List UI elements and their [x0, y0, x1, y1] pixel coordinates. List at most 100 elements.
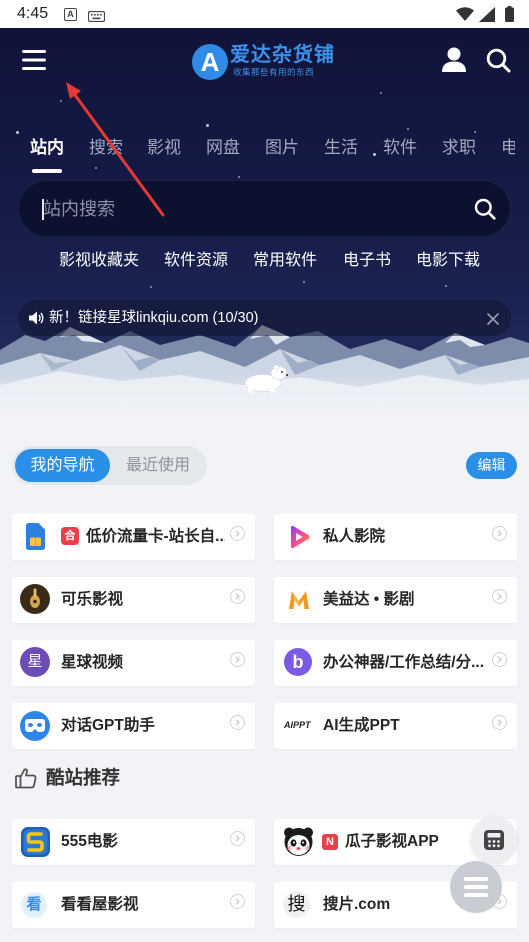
star-dot — [407, 128, 409, 130]
star-dot — [16, 131, 19, 134]
chevron-right-icon[interactable] — [230, 526, 245, 541]
card-title: 对话GPT助手 — [61, 717, 155, 734]
card-badge: N — [322, 834, 338, 850]
nav-card[interactable]: 对话GPT助手 — [12, 703, 255, 749]
status-bar: 4:45 A — [0, 0, 529, 28]
tab-qiuzhi[interactable]: 求职 — [442, 136, 476, 160]
play-icon — [287, 525, 311, 554]
star-dot — [303, 281, 305, 283]
quick-link[interactable]: 电子书 — [343, 250, 391, 272]
card-title: 美益达 • 影剧 — [323, 591, 415, 608]
card-badge: 合 — [61, 527, 79, 545]
chevron-right-icon[interactable] — [492, 715, 507, 730]
star-dot — [150, 286, 152, 288]
section-title-recommend: 酷站推荐 — [46, 767, 121, 788]
quick-link[interactable]: 软件资源 — [164, 250, 228, 272]
icon-glyph: 星 — [27, 653, 43, 670]
toggle-recent[interactable]: 最近使用 — [112, 449, 204, 482]
card-title: 星球视频 — [61, 654, 124, 671]
recommend-grid: 555电影 N 瓜子影视APP 看 看看屋影视 搜 搜片.com — [12, 819, 517, 928]
card-title: AI生成PPT — [323, 717, 400, 734]
floating-menu-button[interactable] — [450, 861, 502, 913]
status-time: 4:45 — [17, 5, 49, 22]
icon-glyph: 看 — [26, 896, 42, 913]
text-cursor — [42, 199, 44, 220]
panda-icon — [283, 826, 314, 862]
category-tabs: 站内 搜索 影视 网盘 图片 生活 软件 求职 电 — [0, 136, 515, 162]
app-a-icon: A — [64, 8, 77, 21]
nav-card[interactable]: 私人影院 — [274, 514, 517, 560]
tab-zhannei[interactable]: 站内 — [30, 136, 64, 160]
chevron-right-icon[interactable] — [230, 831, 245, 846]
search-input[interactable] — [43, 196, 463, 222]
thumbs-up-icon — [15, 767, 37, 794]
star-dot — [60, 100, 62, 102]
site-logo-slogan: 收集那些有用的东西 — [233, 67, 315, 77]
edit-button[interactable]: 编辑 — [466, 452, 517, 479]
site-logo-mark[interactable]: A — [192, 44, 228, 80]
nav-toggle: 我的导航 最近使用 — [12, 446, 207, 485]
close-icon[interactable] — [487, 312, 499, 330]
star-logo-icon: 星 — [20, 647, 50, 677]
star-dot — [206, 124, 209, 127]
search-submit-icon[interactable] — [474, 198, 496, 220]
recommend-card[interactable]: 555电影 — [12, 819, 255, 865]
card-title: 低价流量卡-站长自... — [86, 528, 225, 545]
chevron-right-icon[interactable] — [230, 715, 245, 730]
nav-card[interactable]: AIPPT AI生成PPT — [274, 703, 517, 749]
menu-icon — [464, 877, 488, 897]
hamburger-menu-icon[interactable] — [21, 49, 47, 71]
nav-card[interactable]: 美益达 • 影剧 — [274, 577, 517, 623]
tab-tupian[interactable]: 图片 — [265, 136, 299, 160]
search-bar[interactable] — [18, 180, 511, 237]
tab-dian[interactable]: 电 — [501, 136, 515, 160]
tab-sousuo[interactable]: 搜索 — [89, 136, 123, 160]
chevron-right-icon[interactable] — [230, 589, 245, 604]
user-icon[interactable] — [442, 47, 466, 73]
card-title: 555电影 — [61, 833, 118, 850]
site-logo-name[interactable]: 爱达杂货铺 — [230, 43, 335, 67]
calculator-button[interactable] — [471, 817, 517, 863]
quick-link[interactable]: 电影下载 — [416, 250, 480, 272]
star-dot — [95, 167, 97, 169]
chevron-right-icon[interactable] — [230, 652, 245, 667]
quick-link[interactable]: 常用软件 — [253, 250, 317, 272]
nav-card[interactable]: 可乐影视 — [12, 577, 255, 623]
tab-ruanjian[interactable]: 软件 — [383, 136, 417, 160]
nav-card[interactable]: 星 星球视频 — [12, 640, 255, 686]
card-title: 私人影院 — [323, 528, 386, 545]
chevron-right-icon[interactable] — [230, 894, 245, 909]
chevron-right-icon[interactable] — [492, 526, 507, 541]
tab-yingshi[interactable]: 影视 — [147, 136, 181, 160]
wifi-icon — [456, 7, 474, 26]
quick-link[interactable]: 影视收藏夹 — [59, 250, 139, 272]
card-title: 办公神器/工作总结/分... — [323, 654, 485, 671]
chevron-right-icon[interactable] — [492, 589, 507, 604]
nav-card[interactable]: b 办公神器/工作总结/分... — [274, 640, 517, 686]
app-screen: 4:45 A A 爱达杂货铺 收集那些有用的东西 站内 搜索 影视 网盘 图片 … — [0, 0, 529, 942]
star-dot — [474, 131, 476, 133]
card-title: 瓜子影视APP — [345, 833, 439, 850]
star-dot — [445, 285, 447, 287]
search-icon[interactable] — [486, 48, 511, 73]
tab-wangpan[interactable]: 网盘 — [206, 136, 240, 160]
star-dot — [238, 176, 240, 178]
icon-glyph: AIPPT — [284, 720, 311, 730]
toggle-my-nav[interactable]: 我的导航 — [15, 449, 110, 482]
notice-text[interactable]: 新！链接星球linkqiu.com (10/30) — [49, 309, 259, 327]
soupian-logo-icon: 搜 — [283, 891, 310, 918]
cola-logo-icon — [20, 584, 50, 619]
chevron-right-icon[interactable] — [492, 652, 507, 667]
card-title: 看看屋影视 — [61, 896, 139, 913]
sim-card-icon — [26, 523, 45, 555]
signal-icon — [479, 7, 495, 27]
card-title: 可乐影视 — [61, 591, 124, 608]
active-tab-indicator — [32, 169, 62, 173]
battery-icon — [505, 6, 514, 27]
notice-bar[interactable]: 新！链接星球linkqiu.com (10/30) — [18, 300, 511, 336]
tab-shenghuo[interactable]: 生活 — [324, 136, 358, 160]
b-logo-icon: b — [284, 648, 312, 676]
recommend-card[interactable]: 看 看看屋影视 — [12, 882, 255, 928]
nav-card[interactable]: 合 低价流量卡-站长自... — [12, 514, 255, 560]
555-logo-icon — [21, 827, 50, 862]
